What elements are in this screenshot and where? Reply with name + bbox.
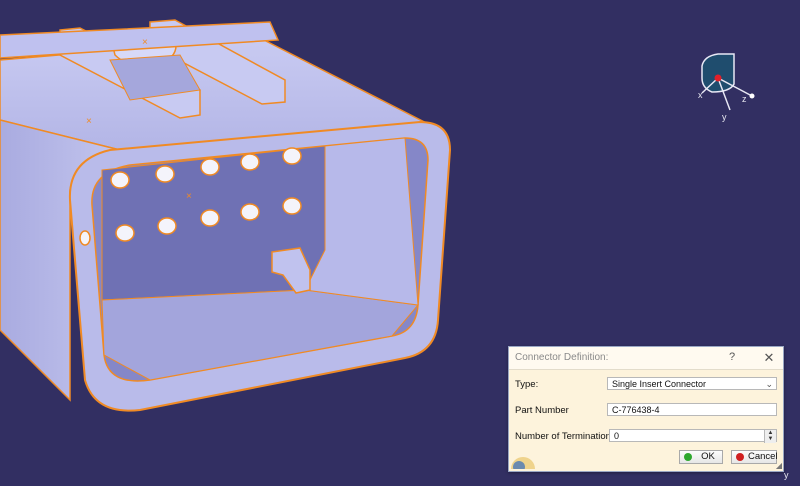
stepper-down-icon[interactable]: ▼: [765, 436, 776, 442]
cancel-button[interactable]: Cancel: [731, 450, 778, 464]
type-select-value: Single Insert Connector: [612, 379, 707, 389]
cancel-button-label: Cancel: [748, 451, 778, 462]
svg-text:×: ×: [142, 37, 148, 48]
terminations-stepper[interactable]: 0 ▲ ▼: [609, 429, 777, 443]
type-label: Type:: [515, 379, 539, 390]
connector-definition-dialog[interactable]: Connector Definition: ? ✕ Type: Single I…: [508, 346, 784, 472]
svg-text:×: ×: [186, 191, 192, 202]
corner-axis-label: y: [784, 470, 789, 480]
compass-z-label: z: [742, 94, 747, 104]
dialog-title: Connector Definition:: [515, 352, 609, 363]
ok-button-label: OK: [701, 451, 715, 462]
compass-widget[interactable]: x y z: [690, 48, 762, 128]
terminations-value: 0: [614, 431, 620, 441]
stepper-arrows[interactable]: ▲ ▼: [764, 430, 776, 443]
chevron-down-icon: ⌄: [765, 379, 773, 389]
ok-icon: [684, 453, 692, 461]
part-number-field[interactable]: C-776438-4: [607, 403, 777, 416]
part-number-value: C-776438-4: [612, 405, 660, 415]
terminations-label: Number of Terminations:: [515, 431, 619, 442]
part-number-label: Part Number: [515, 405, 569, 416]
help-icon[interactable]: ?: [725, 351, 739, 363]
svg-text:×: ×: [86, 116, 92, 127]
dialog-titlebar[interactable]: Connector Definition: ? ✕: [509, 347, 783, 370]
type-select[interactable]: Single Insert Connector ⌄: [607, 377, 777, 390]
resize-grip-icon[interactable]: ◢: [776, 461, 782, 470]
compass-y-label: y: [722, 112, 727, 122]
app-logo-icon: [511, 457, 535, 469]
cancel-icon: [736, 453, 744, 461]
compass-x-label: x: [698, 90, 703, 100]
close-icon[interactable]: ✕: [761, 350, 777, 366]
ok-button[interactable]: OK: [679, 450, 723, 464]
